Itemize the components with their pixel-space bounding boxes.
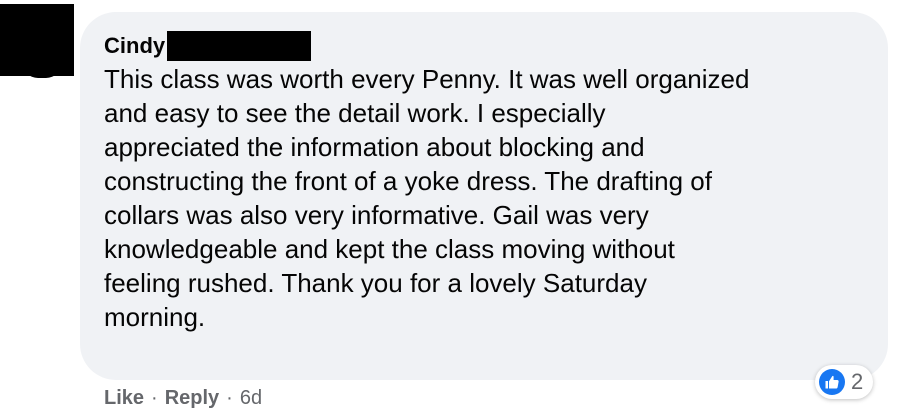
reaction-summary[interactable]: 2 — [815, 365, 874, 399]
timestamp[interactable]: 6d — [240, 387, 262, 410]
author-row: Cindy — [104, 30, 312, 62]
comment-text-line: appreciated the information about blocki… — [104, 132, 645, 162]
comment-text: This class was worth every Penny. It was… — [104, 62, 874, 334]
reaction-count: 2 — [851, 369, 864, 394]
comment-text-line: morning. — [104, 302, 206, 332]
redacted-surname-block — [167, 31, 312, 61]
comment-text-line: knowledgeable and kept the class moving … — [104, 234, 675, 264]
reply-button[interactable]: Reply — [165, 387, 219, 410]
thumbs-up-icon — [819, 369, 845, 395]
author-name[interactable]: Cindy — [104, 30, 165, 62]
separator-dot: · — [151, 386, 158, 409]
comment-text-line: collars was also very informative. Gail … — [104, 200, 649, 230]
comment-text-line: and easy to see the detail work. I espec… — [104, 98, 606, 128]
comment-text-line: This class was worth every Penny. It was… — [104, 64, 750, 94]
comment-text-line: constructing the front of a yoke dress. … — [104, 166, 712, 196]
separator-dot: · — [226, 386, 233, 409]
comment-actions: Like · Reply · 6d — [104, 383, 262, 413]
comment-text-line: feeling rushed. Thank you for a lovely S… — [104, 268, 647, 298]
like-button[interactable]: Like — [104, 387, 144, 410]
comment-container: Cindy This class was worth every Penny. … — [0, 0, 918, 420]
